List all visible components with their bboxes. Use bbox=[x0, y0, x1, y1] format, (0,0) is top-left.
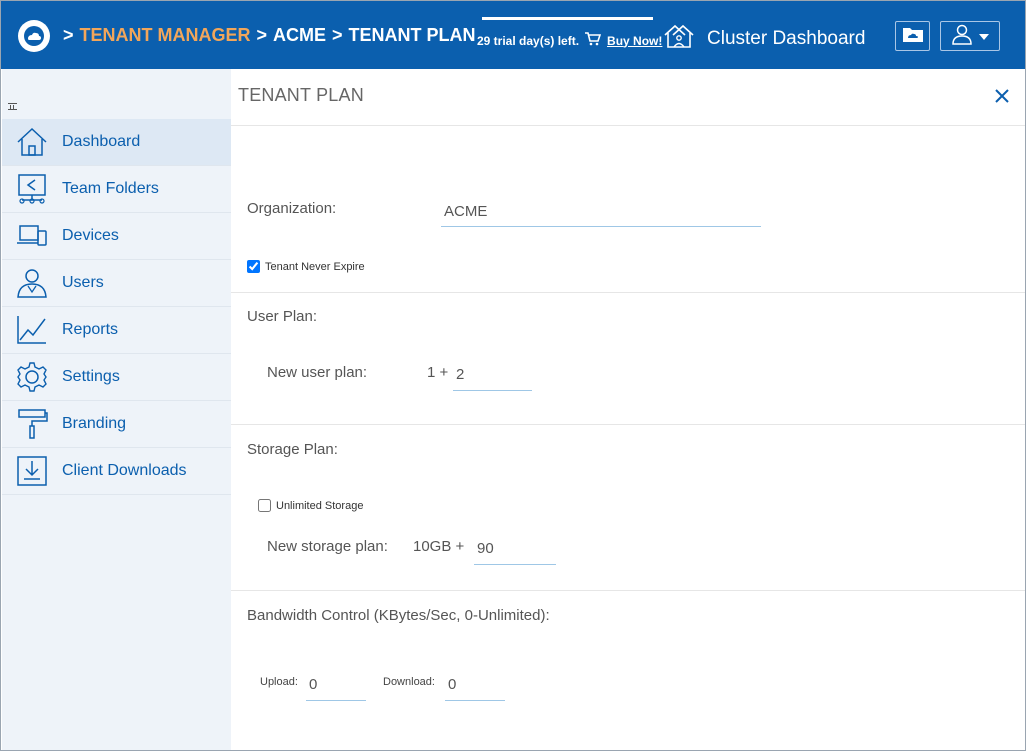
user-menu-button[interactable] bbox=[940, 21, 1000, 51]
page-title: TENANT PLAN bbox=[238, 85, 364, 105]
organization-label: Organization: bbox=[247, 200, 337, 217]
sidebar-item-devices[interactable]: Devices bbox=[2, 213, 231, 260]
sidebar-item-label: Users bbox=[62, 274, 104, 291]
cloud-folder-icon bbox=[902, 25, 924, 48]
sidebar-item-label: Devices bbox=[62, 227, 119, 244]
cloud-folder-button[interactable] bbox=[895, 21, 930, 51]
paint-roller-icon bbox=[2, 408, 62, 440]
organization-input[interactable] bbox=[441, 197, 761, 227]
sidebar-item-settings[interactable]: Settings bbox=[2, 354, 231, 401]
sidebar: Dashboard Team Folders Devices Users Rep… bbox=[2, 69, 231, 750]
tenant-never-expire-checkbox[interactable]: Tenant Never Expire bbox=[247, 260, 365, 273]
storage-plan-input[interactable] bbox=[474, 533, 556, 565]
new-user-plan-label: New user plan: bbox=[267, 364, 368, 381]
storage-plan-base: 10GB + bbox=[413, 538, 465, 555]
trial-notice: 29 trial day(s) left. Buy Now! bbox=[477, 32, 662, 49]
breadcrumb-tenant-plan: TENANT PLAN bbox=[348, 25, 476, 45]
breadcrumb: > TENANT MANAGER > ACME > TENANT PLAN bbox=[63, 25, 476, 46]
sidebar-nav: Dashboard Team Folders Devices Users Rep… bbox=[2, 119, 231, 495]
breadcrumb-separator: > bbox=[256, 25, 268, 45]
collapse-sidebar-icon[interactable] bbox=[8, 103, 17, 110]
sidebar-item-team-folders[interactable]: Team Folders bbox=[2, 166, 231, 213]
houses-icon bbox=[663, 23, 695, 55]
cart-icon bbox=[585, 32, 602, 49]
divider bbox=[231, 125, 1025, 126]
sidebar-item-dashboard[interactable]: Dashboard bbox=[2, 119, 231, 166]
never-expire-check[interactable] bbox=[247, 260, 260, 273]
cloud-logo-icon[interactable] bbox=[18, 20, 50, 52]
download-label: Download: bbox=[383, 676, 435, 688]
sidebar-item-branding[interactable]: Branding bbox=[2, 401, 231, 448]
sidebar-item-reports[interactable]: Reports bbox=[2, 307, 231, 354]
trial-progress-bar bbox=[482, 17, 653, 20]
bandwidth-heading: Bandwidth Control (KBytes/Sec, 0-Unlimit… bbox=[247, 607, 550, 624]
unlimited-storage-check[interactable] bbox=[258, 499, 271, 512]
breadcrumb-acme[interactable]: ACME bbox=[273, 25, 326, 46]
tenant-plan-panel: TENANT PLAN Organization: Tenant Never E… bbox=[231, 69, 1025, 750]
user-plan-base: 1 + bbox=[427, 364, 449, 381]
new-storage-plan-label: New storage plan: bbox=[267, 538, 388, 555]
upload-input[interactable] bbox=[306, 669, 366, 701]
download-icon bbox=[2, 455, 62, 487]
reports-icon bbox=[2, 315, 62, 345]
cluster-dashboard-label: Cluster Dashboard bbox=[707, 28, 866, 49]
cluster-dashboard-link[interactable]: Cluster Dashboard bbox=[663, 23, 865, 55]
buy-now-link[interactable]: Buy Now! bbox=[607, 34, 662, 48]
storage-plan-heading: Storage Plan: bbox=[247, 441, 338, 458]
sidebar-item-label: Team Folders bbox=[62, 180, 159, 197]
trial-days-text: 29 trial day(s) left. bbox=[477, 33, 580, 48]
divider bbox=[231, 292, 1025, 293]
sidebar-item-client-downloads[interactable]: Client Downloads bbox=[2, 448, 231, 495]
home-icon bbox=[2, 127, 62, 157]
user-plan-input[interactable] bbox=[453, 359, 532, 391]
sidebar-item-label: Reports bbox=[62, 321, 119, 338]
top-bar: > TENANT MANAGER > ACME > TENANT PLAN 29… bbox=[1, 1, 1025, 69]
divider bbox=[231, 424, 1025, 425]
breadcrumb-separator: > bbox=[332, 25, 343, 45]
caret-down-icon bbox=[979, 27, 989, 45]
sidebar-item-label: Settings bbox=[62, 368, 120, 385]
unlimited-storage-label: Unlimited Storage bbox=[276, 499, 364, 512]
team-folder-icon bbox=[2, 173, 62, 205]
download-input[interactable] bbox=[445, 669, 505, 701]
app-window: > TENANT MANAGER > ACME > TENANT PLAN 29… bbox=[0, 0, 1026, 751]
sidebar-item-label: Dashboard bbox=[62, 133, 141, 150]
gear-icon bbox=[2, 361, 62, 393]
sidebar-item-label: Client Downloads bbox=[62, 462, 187, 479]
upload-label: Upload: bbox=[260, 676, 298, 688]
devices-icon bbox=[2, 223, 62, 249]
close-icon[interactable] bbox=[993, 87, 1011, 105]
unlimited-storage-checkbox[interactable]: Unlimited Storage bbox=[258, 499, 363, 512]
user-plan-heading: User Plan: bbox=[247, 308, 318, 325]
user-icon bbox=[951, 23, 973, 50]
sidebar-item-users[interactable]: Users bbox=[2, 260, 231, 307]
divider bbox=[231, 590, 1025, 591]
breadcrumb-separator: > bbox=[63, 25, 74, 45]
sidebar-item-label: Branding bbox=[62, 415, 127, 432]
users-icon bbox=[2, 267, 62, 299]
never-expire-label: Tenant Never Expire bbox=[265, 260, 365, 273]
breadcrumb-tenant-manager[interactable]: TENANT MANAGER bbox=[80, 25, 251, 46]
